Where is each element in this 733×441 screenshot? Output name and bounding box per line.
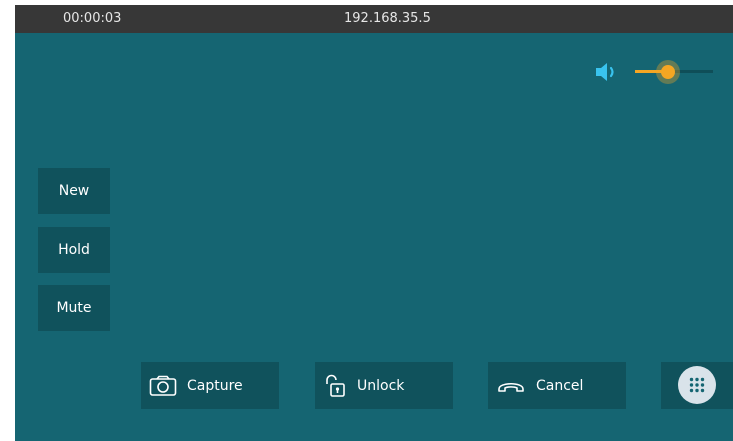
- status-bar: 00:00:03 192.168.35.5: [15, 5, 733, 33]
- dialpad-button[interactable]: [661, 362, 733, 409]
- unlock-label: Unlock: [357, 377, 405, 394]
- unlock-button[interactable]: Unlock: [315, 362, 453, 409]
- remote-address: 192.168.35.5: [344, 11, 431, 26]
- cancel-label: Cancel: [536, 377, 584, 394]
- call-timer: 00:00:03: [63, 11, 122, 26]
- capture-button[interactable]: Capture: [141, 362, 279, 409]
- hold-button[interactable]: Hold: [38, 227, 110, 273]
- capture-label: Capture: [187, 377, 243, 394]
- volume-slider[interactable]: [635, 60, 713, 84]
- cancel-button[interactable]: Cancel: [488, 362, 626, 409]
- volume-control: [594, 59, 718, 84]
- unlock-icon: [323, 374, 347, 398]
- volume-slider-handle[interactable]: [656, 60, 680, 84]
- volume-slider-knob[interactable]: [661, 65, 675, 79]
- speaker-icon[interactable]: [594, 61, 622, 83]
- new-call-button[interactable]: New: [38, 168, 110, 214]
- mute-button[interactable]: Mute: [38, 285, 110, 331]
- camera-icon: [149, 375, 177, 397]
- hang-up-icon: [496, 378, 526, 394]
- dialpad-icon: [678, 366, 716, 404]
- call-screen: 00:00:03 192.168.35.5 New Hold Mute Capt…: [15, 5, 733, 441]
